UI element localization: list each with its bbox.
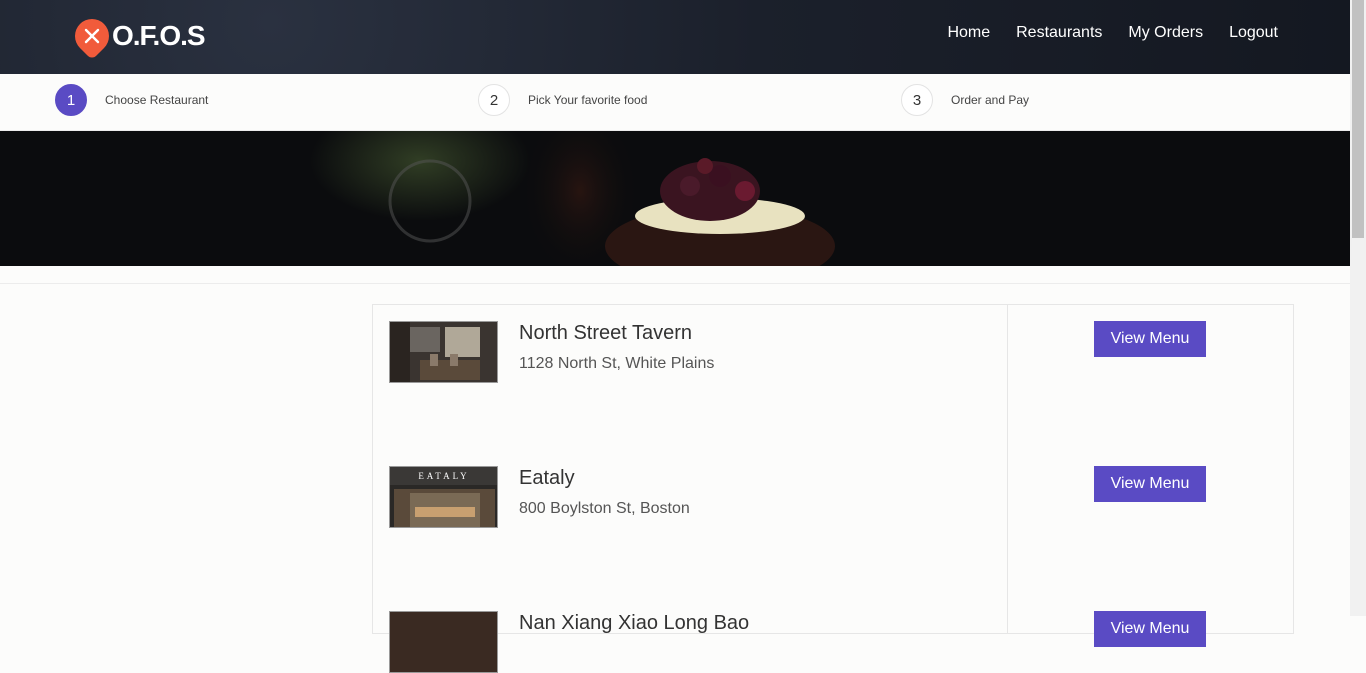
eataly-sign: EATALY bbox=[418, 471, 469, 481]
restaurant-name[interactable]: Eataly bbox=[519, 467, 575, 490]
section-divider bbox=[0, 283, 1350, 284]
view-menu-button[interactable]: View Menu bbox=[1094, 466, 1206, 502]
nav-home-link[interactable]: Home bbox=[947, 24, 990, 42]
restaurant-thumbnail: EATALY bbox=[389, 466, 498, 528]
step-label: Choose Restaurant bbox=[105, 93, 209, 107]
restaurant-name[interactable]: Nan Xiang Xiao Long Bao bbox=[519, 612, 749, 635]
restaurant-row: EATALY Eataly 800 Boylston St, Boston Vi… bbox=[373, 450, 1293, 528]
restaurant-row: Nan Xiang Xiao Long Bao View Menu bbox=[373, 595, 1293, 673]
step-pick-food: 2 Pick Your favorite food bbox=[478, 84, 647, 116]
brand-name: O.F.O.S bbox=[112, 20, 206, 51]
restaurant-thumbnail bbox=[389, 321, 498, 383]
step-choose-restaurant: 1 Choose Restaurant bbox=[55, 84, 208, 116]
view-menu-button[interactable]: View Menu bbox=[1094, 321, 1206, 357]
restaurant-address: 1128 North St, White Plains bbox=[519, 355, 715, 372]
brand-logo[interactable]: O.F.O.S bbox=[67, 11, 206, 61]
step-label: Order and Pay bbox=[951, 93, 1030, 107]
step-number: 2 bbox=[478, 84, 510, 116]
restaurant-list: North Street Tavern 1128 North St, White… bbox=[372, 304, 1294, 673]
order-steps: 1 Choose Restaurant 2 Pick Your favorite… bbox=[0, 74, 1350, 131]
nav-links: Home Restaurants My Orders Logout bbox=[947, 24, 1278, 42]
restaurant-thumbnail bbox=[389, 611, 498, 673]
view-menu-button[interactable]: View Menu bbox=[1094, 611, 1206, 647]
utensils-icon bbox=[67, 11, 117, 61]
step-order-pay: 3 Order and Pay bbox=[901, 84, 1029, 116]
nav-logout-link[interactable]: Logout bbox=[1229, 24, 1278, 42]
nav-my-orders-link[interactable]: My Orders bbox=[1128, 24, 1203, 42]
hero-banner-image bbox=[0, 131, 1350, 266]
restaurant-row: North Street Tavern 1128 North St, White… bbox=[373, 305, 1293, 383]
scrollbar-thumb[interactable] bbox=[1352, 0, 1364, 238]
restaurant-name[interactable]: North Street Tavern bbox=[519, 322, 692, 345]
step-label: Pick Your favorite food bbox=[528, 93, 648, 107]
nav-restaurants-link[interactable]: Restaurants bbox=[1016, 24, 1102, 42]
step-number: 1 bbox=[55, 84, 87, 116]
step-number: 3 bbox=[901, 84, 933, 116]
top-navbar: O.F.O.S Home Restaurants My Orders Logou… bbox=[0, 0, 1350, 74]
restaurant-address: 800 Boylston St, Boston bbox=[519, 500, 690, 517]
